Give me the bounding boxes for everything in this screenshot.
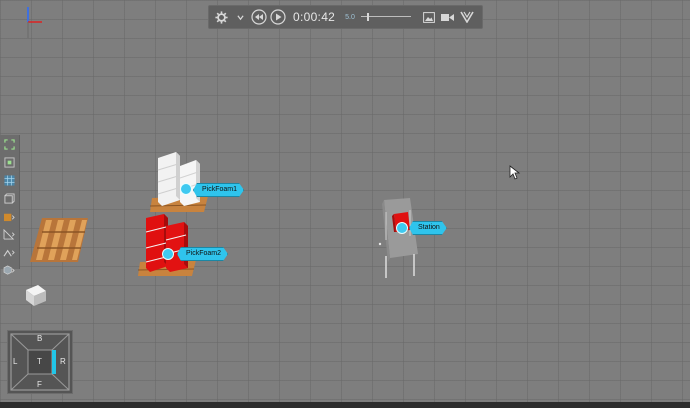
pallet-empty[interactable] <box>30 218 88 262</box>
axis-triad-icon <box>27 7 42 38</box>
3d-viewport[interactable]: PickFoam1 PickFoam2 Station <box>0 0 690 408</box>
view-cube-right[interactable]: R <box>60 357 66 366</box>
pickfoam1-label[interactable]: PickFoam1 <box>193 183 244 197</box>
play-icon[interactable] <box>270 9 286 25</box>
screenshot-icon[interactable] <box>421 9 437 25</box>
snap-tool-icon[interactable] <box>0 243 19 261</box>
rewind-icon[interactable] <box>251 9 267 25</box>
cube-view-icon[interactable] <box>0 189 19 207</box>
measure-tool-icon[interactable] <box>0 225 19 243</box>
pickfoam1-marker[interactable] <box>180 183 192 195</box>
view-cube[interactable]: B L T R F <box>7 330 73 394</box>
station-model[interactable] <box>378 198 418 278</box>
view-cube-left[interactable]: L <box>13 357 17 366</box>
pickfoam2-model[interactable] <box>137 214 196 276</box>
view-cube-top[interactable]: T <box>37 357 42 366</box>
pickfoam2-marker[interactable] <box>162 248 174 260</box>
vr-logo-icon[interactable] <box>459 9 475 25</box>
pickfoam2-label[interactable]: PickFoam2 <box>177 247 228 261</box>
station-marker[interactable] <box>396 222 408 234</box>
view-cube-back[interactable]: B <box>37 334 42 343</box>
video-camera-icon[interactable] <box>440 9 456 25</box>
object-library-icon[interactable] <box>0 207 19 225</box>
pickfoam1-model[interactable] <box>149 152 208 212</box>
station-label[interactable]: Station <box>409 221 447 235</box>
slider-knob[interactable] <box>366 13 369 21</box>
white-box-small[interactable] <box>26 285 46 306</box>
settings-gear-icon[interactable] <box>213 9 229 25</box>
grid-view-icon[interactable] <box>0 171 19 189</box>
scene-canvas <box>26 7 521 306</box>
render-mode-icon[interactable] <box>0 261 19 279</box>
chevron-down-icon[interactable] <box>232 9 248 25</box>
view-cube-front[interactable]: F <box>37 380 42 389</box>
simulation-time: 0:00:42 <box>293 10 336 24</box>
mouse-cursor-icon <box>509 165 521 180</box>
view-toolbar <box>0 135 20 275</box>
zoom-selection-icon[interactable] <box>0 153 19 171</box>
playback-toolbar: 0:00:42 5.0 <box>208 5 483 29</box>
run-speed-value[interactable]: 5.0 <box>345 14 355 21</box>
status-strip <box>0 402 690 408</box>
fit-view-icon[interactable] <box>0 135 19 153</box>
run-speed-slider[interactable] <box>360 13 411 21</box>
